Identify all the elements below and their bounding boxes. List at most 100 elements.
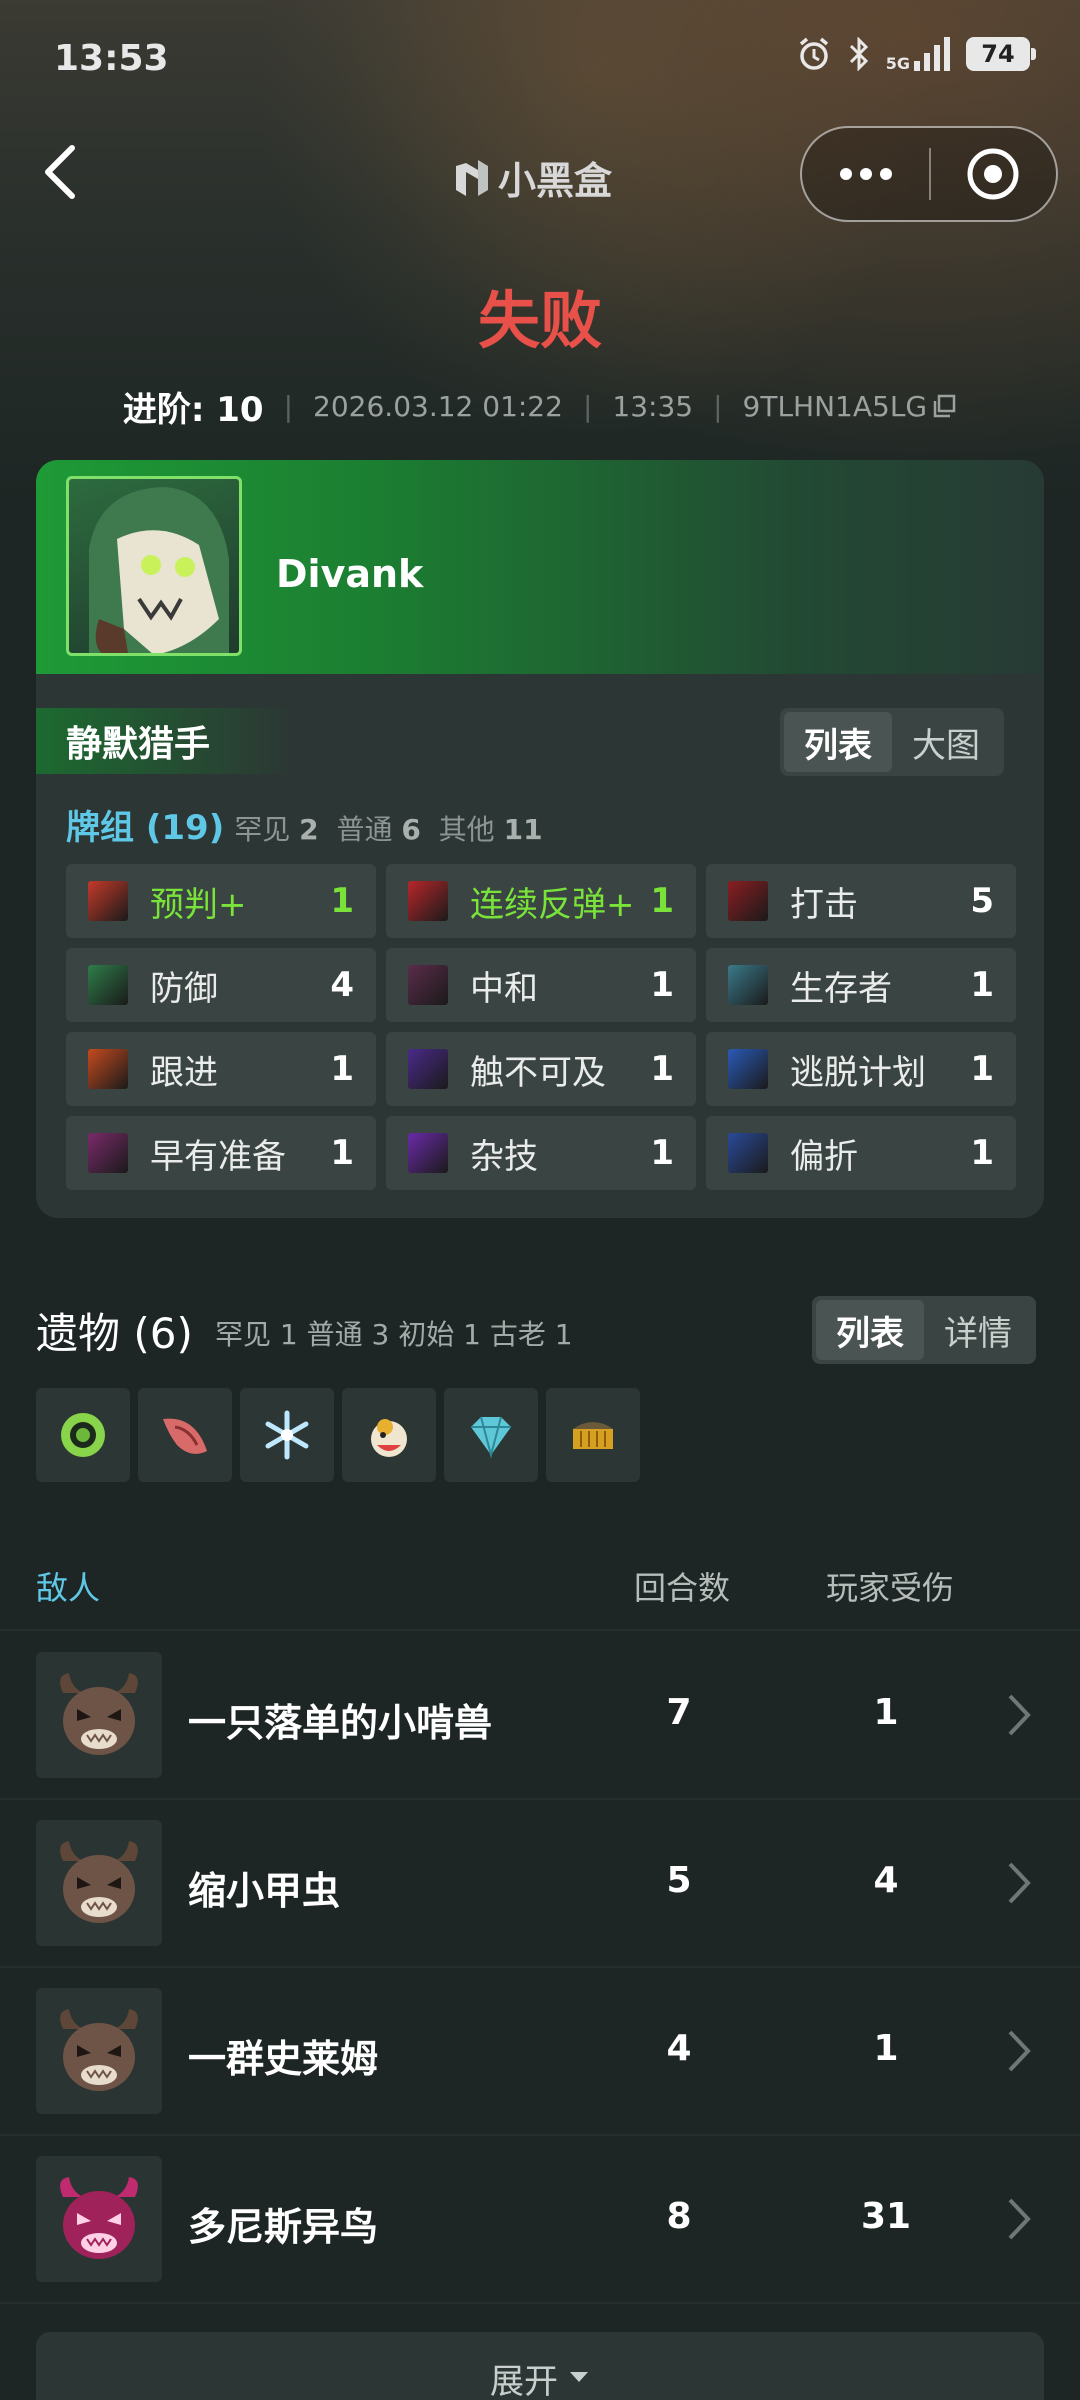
enemy-row[interactable]: 一只落单的小啃兽 7 1 xyxy=(36,1652,1044,1778)
bluetooth-icon xyxy=(849,37,868,71)
card-item[interactable]: 逃脱计划 1 xyxy=(706,1032,1016,1106)
card-count: 1 xyxy=(330,1049,354,1089)
card-item[interactable]: 连续反弹+ 1 xyxy=(386,864,696,938)
card-art-icon xyxy=(728,965,768,1005)
enemy-damage: 4 xyxy=(873,1860,899,1901)
card-count: 1 xyxy=(970,1133,994,1173)
card-art-icon xyxy=(88,965,128,1005)
character-portrait xyxy=(66,476,242,656)
deck-card: Divank 静默猎手 列表 大图 牌组 (19) 罕见 2 普通 6 其他 1… xyxy=(36,460,1044,1218)
card-item[interactable]: 中和 1 xyxy=(386,948,696,1022)
enemy-row[interactable]: 缩小甲虫 5 4 xyxy=(36,1820,1044,1946)
card-art-icon xyxy=(408,881,448,921)
card-art-icon xyxy=(728,1049,768,1089)
seed-text: 9TLHN1A5LG xyxy=(742,390,928,423)
card-count: 1 xyxy=(650,881,674,921)
tab-large-image[interactable]: 大图 xyxy=(892,712,1000,772)
card-count: 1 xyxy=(650,1133,674,1173)
monster-icon xyxy=(36,1820,162,1946)
turns-column-header: 回合数 xyxy=(634,1569,731,1607)
player-name: Divank xyxy=(276,552,424,596)
expand-button[interactable]: 展开 xyxy=(36,2332,1044,2400)
run-seed[interactable]: 9TLHN1A5LG xyxy=(743,390,958,423)
card-name: 防御 xyxy=(150,968,218,1009)
card-count: 4 xyxy=(330,965,354,1005)
character-class: 静默猎手 xyxy=(36,708,296,774)
chevron-right-icon xyxy=(1008,2030,1031,2072)
card-item[interactable]: 跟进 1 xyxy=(66,1032,376,1106)
card-item[interactable]: 防御 4 xyxy=(66,948,376,1022)
run-result: 失败 xyxy=(477,284,602,357)
copy-icon[interactable] xyxy=(931,394,957,420)
relic-list xyxy=(36,1388,640,1482)
card-name: 连续反弹+ xyxy=(470,884,635,925)
ascension-level: 进阶: 10 xyxy=(122,390,264,430)
horn-icon[interactable] xyxy=(138,1388,232,1482)
enemy-row[interactable]: 多尼斯异鸟 8 31 xyxy=(36,2156,1044,2282)
more-options-icon[interactable] xyxy=(802,128,929,220)
card-item[interactable]: 早有准备 1 xyxy=(66,1116,376,1190)
run-meta: 进阶: 10 | 2026.03.12 01:22 | 13:35 | 9TLH… xyxy=(0,382,1080,431)
tab-relic-list[interactable]: 列表 xyxy=(816,1300,924,1360)
card-count: 1 xyxy=(970,965,994,1005)
miniapp-capsule xyxy=(800,126,1058,222)
monster-icon xyxy=(36,1988,162,2114)
enemy-damage: 31 xyxy=(860,2196,912,2237)
card-item[interactable]: 杂技 1 xyxy=(386,1116,696,1190)
card-count: 1 xyxy=(330,1133,354,1173)
relic-view-toggle: 列表 详情 xyxy=(812,1296,1036,1364)
network-type: 5G xyxy=(885,54,910,73)
card-item[interactable]: 触不可及 1 xyxy=(386,1032,696,1106)
battery-icon: 74 xyxy=(966,37,1036,71)
card-item[interactable]: 预判+ 1 xyxy=(66,864,376,938)
damage-column-header: 玩家受伤 xyxy=(826,1569,955,1607)
deck-header: 牌组 (19) 罕见 2 普通 6 其他 11 xyxy=(66,800,543,849)
relics-rarity-counts: 罕见 1 普通 3 初始 1 古老 1 xyxy=(215,1318,573,1351)
close-miniapp-icon[interactable] xyxy=(931,128,1056,220)
card-item[interactable]: 生存者 1 xyxy=(706,948,1016,1022)
card-item[interactable]: 打击 5 xyxy=(706,864,1016,938)
brand-logo-icon xyxy=(456,159,488,196)
enemy-row[interactable]: 一群史莱姆 4 1 xyxy=(36,1988,1044,2114)
enemy-turns: 7 xyxy=(666,1692,692,1733)
enemy-turns: 5 xyxy=(666,1860,692,1901)
enemy-name: 缩小甲虫 xyxy=(188,1869,341,1913)
card-art-icon xyxy=(88,1049,128,1089)
ring-icon[interactable] xyxy=(36,1388,130,1482)
card-count: 1 xyxy=(650,1049,674,1089)
gem-icon[interactable] xyxy=(444,1388,538,1482)
card-item[interactable]: 偏折 1 xyxy=(706,1116,1016,1190)
row-divider xyxy=(0,2134,1080,2136)
card-art-icon xyxy=(408,1049,448,1089)
alarm-icon xyxy=(799,37,828,70)
card-name: 早有准备 xyxy=(150,1136,286,1177)
card-name: 生存者 xyxy=(790,968,892,1009)
card-art-icon xyxy=(408,1133,448,1173)
tab-list[interactable]: 列表 xyxy=(784,712,892,772)
card-name: 逃脱计划 xyxy=(790,1052,926,1093)
card-art-icon xyxy=(88,1133,128,1173)
card-count: 1 xyxy=(650,965,674,1005)
snowflake-icon[interactable] xyxy=(240,1388,334,1482)
expand-label: 展开 xyxy=(490,2362,558,2400)
tab-relic-details[interactable]: 详情 xyxy=(924,1300,1032,1360)
card-art-icon xyxy=(88,881,128,921)
caret-down-icon xyxy=(570,2372,588,2382)
separator: | xyxy=(582,390,593,423)
deck-title: 牌组 (19) xyxy=(66,808,225,848)
enemy-name: 一群史莱姆 xyxy=(188,2037,379,2081)
card-name: 预判+ xyxy=(150,884,247,925)
card-name: 中和 xyxy=(470,968,538,1009)
belt-icon[interactable] xyxy=(546,1388,640,1482)
enemy-turns: 8 xyxy=(666,2196,692,2237)
card-grid: 预判+ 1 连续反弹+ 1 打击 5 防御 4 中和 1 生存者 1 跟进 1 触不可及 1 逃脱计划 1 早有准备… xyxy=(66,864,1016,1190)
relics-title: 遗物 (6) xyxy=(36,1309,193,1358)
card-name: 打击 xyxy=(790,884,858,925)
back-arrow-icon[interactable] xyxy=(40,142,80,202)
elite-monster-icon xyxy=(36,2156,162,2282)
row-divider xyxy=(0,1629,1080,1631)
signal-icon: 5G xyxy=(885,37,950,73)
duck-icon[interactable] xyxy=(342,1388,436,1482)
card-count: 1 xyxy=(330,881,354,921)
brand-name: 小黑盒 xyxy=(498,159,613,203)
